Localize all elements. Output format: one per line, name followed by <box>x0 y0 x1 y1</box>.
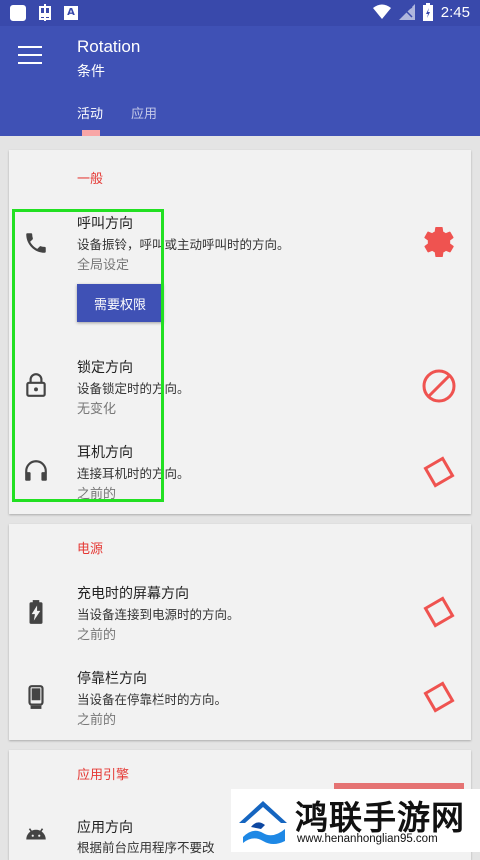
row-title-app-orientation: 应用方向 <box>77 820 133 836</box>
watermark-name: 鸿联手游网 <box>295 798 465 837</box>
row-title-dock: 停靠栏方向 <box>77 671 147 687</box>
row-value-lock[interactable]: 无变化 <box>77 398 116 417</box>
section-title-general: 一般 <box>77 172 104 187</box>
app-title: Rotation <box>77 37 141 56</box>
row-title-lock: 锁定方向 <box>77 360 133 376</box>
notification-icon <box>10 5 26 21</box>
tab-apps[interactable]: 应用 <box>131 103 157 122</box>
signal-icon <box>398 4 415 20</box>
clock: 2:45 <box>440 3 470 21</box>
tab-indicator <box>82 130 100 136</box>
row-title-call: 呼叫方向 <box>77 216 133 232</box>
rotation-diamond-icon[interactable] <box>421 679 457 715</box>
row-title-charging: 充电时的屏幕方向 <box>77 586 189 602</box>
rotation-diamond-icon[interactable] <box>421 594 457 630</box>
watermark: 鸿联手游网 www.henanhonglian95.com <box>231 789 480 852</box>
row-desc-lock: 设备锁定时的方向。 <box>77 381 190 396</box>
a-icon: A <box>64 6 78 20</box>
headphones-icon <box>25 460 47 481</box>
require-permission-button[interactable]: 需要权限 <box>77 284 163 322</box>
lock-icon <box>26 373 46 397</box>
rotation-diamond-icon[interactable] <box>421 454 457 490</box>
battery-charging-icon <box>29 600 43 624</box>
settings-icon[interactable] <box>421 224 457 260</box>
battery-icon <box>422 3 433 21</box>
row-value-charging[interactable]: 之前的 <box>77 624 116 643</box>
bug-icon <box>39 4 51 21</box>
row-desc-call: 设备振铃，呼叫或主动呼叫时的方向。 <box>77 237 290 252</box>
section-power: 电源 充电时的屏幕方向 当设备连接到电源时的方向。 之前的 停靠栏方向 当设备在… <box>9 524 471 740</box>
android-icon <box>26 828 46 840</box>
wifi-icon <box>372 4 391 19</box>
section-title-power: 电源 <box>77 542 104 557</box>
block-icon[interactable] <box>421 368 457 404</box>
row-value-headphones[interactable]: 之前的 <box>77 483 116 502</box>
phone-icon <box>26 233 46 253</box>
section-general: 一般 呼叫方向 设备振铃，呼叫或主动呼叫时的方向。 全局设定 需要权限 锁定方向… <box>9 150 471 514</box>
row-desc-app-orientation: 根据前台应用程序不要改 <box>77 840 215 855</box>
dock-icon <box>28 685 44 709</box>
menu-icon[interactable] <box>18 46 42 66</box>
app-bar: Rotation 条件 活动 应用 <box>0 26 480 136</box>
row-desc-dock: 当设备在停靠栏时的方向。 <box>77 692 228 707</box>
row-value-call[interactable]: 全局设定 <box>77 254 129 273</box>
tab-activity[interactable]: 活动 <box>77 103 103 122</box>
row-title-headphones: 耳机方向 <box>77 445 133 461</box>
status-bar: A 2:45 <box>0 0 480 26</box>
row-desc-headphones: 连接耳机时的方向。 <box>77 466 190 481</box>
row-value-dock[interactable]: 之前的 <box>77 709 116 728</box>
watermark-logo-icon <box>235 793 291 849</box>
watermark-url: www.henanhonglian95.com <box>297 833 438 845</box>
section-title-app-engine: 应用引擎 <box>77 768 130 783</box>
app-subtitle: 条件 <box>77 64 105 80</box>
row-desc-charging: 当设备连接到电源时的方向。 <box>77 607 240 622</box>
